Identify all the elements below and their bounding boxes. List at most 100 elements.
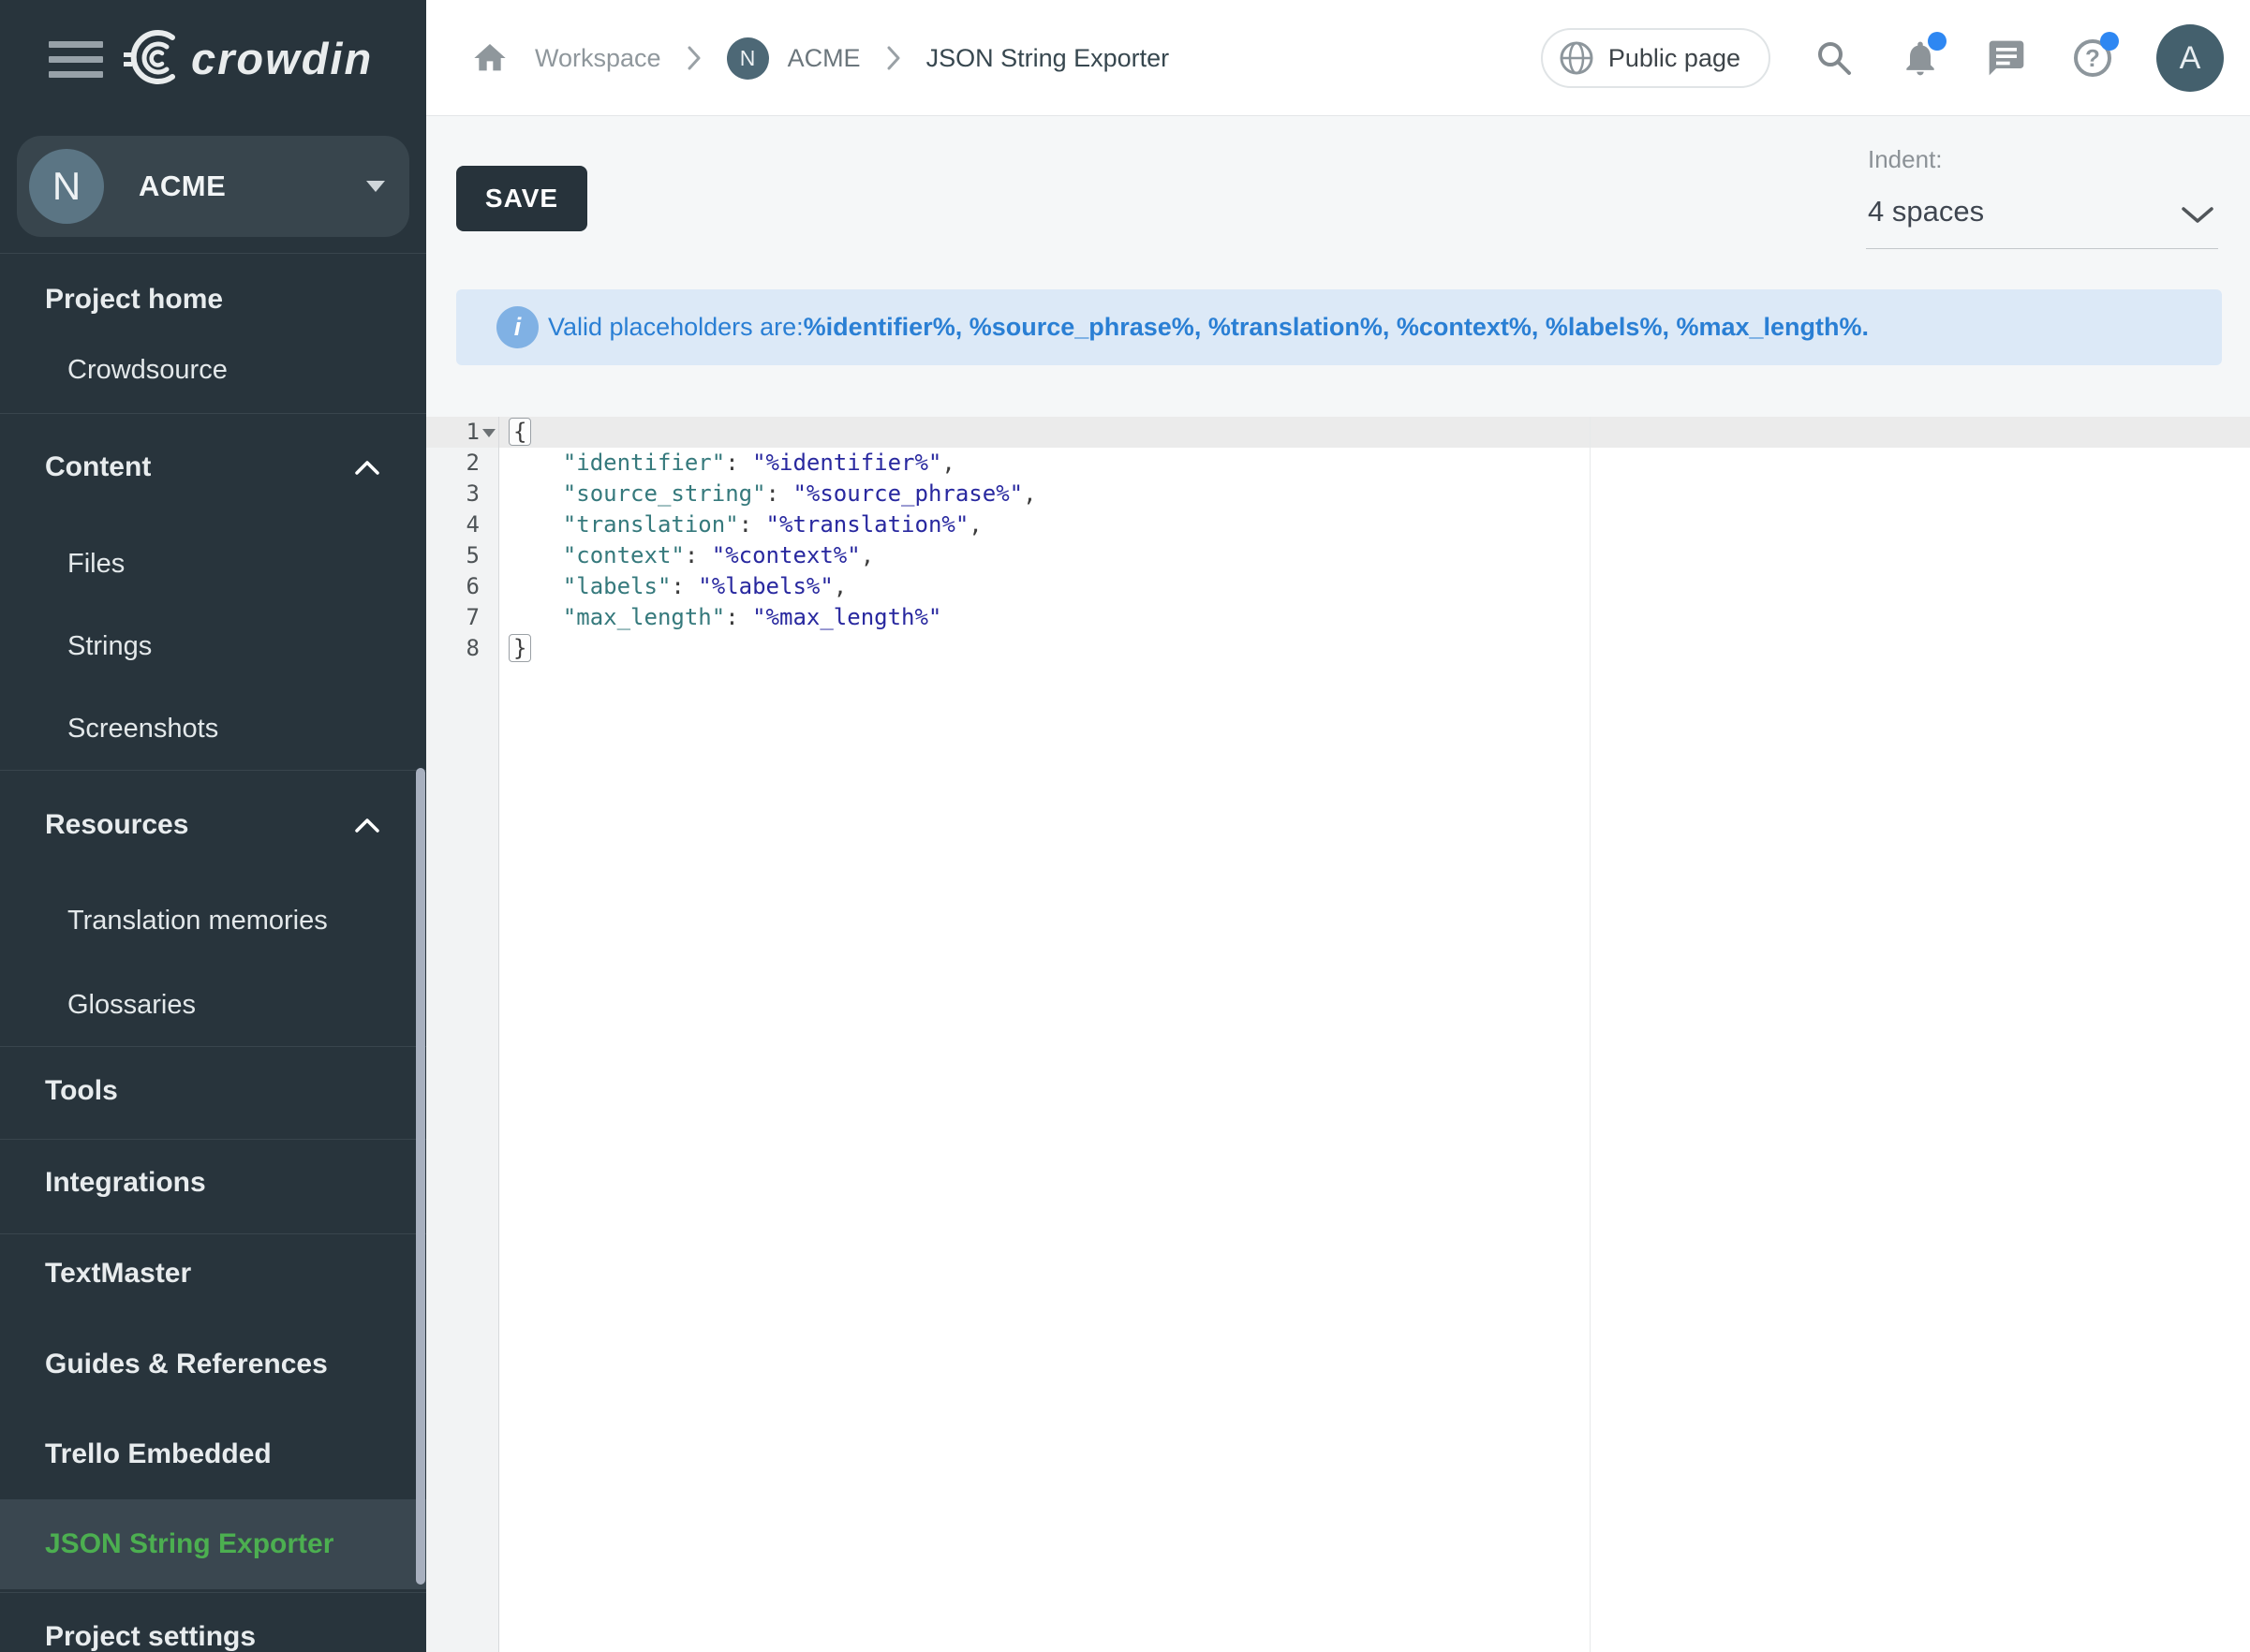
public-page-label: Public page bbox=[1608, 44, 1740, 73]
line-number: 8 bbox=[426, 633, 480, 664]
sidebar-item-project-settings[interactable]: Project settings bbox=[0, 1592, 426, 1652]
sidebar-item-textmaster[interactable]: TextMaster bbox=[0, 1229, 426, 1319]
code-token-ws bbox=[509, 511, 563, 538]
sidebar-scrollbar[interactable] bbox=[416, 768, 425, 1585]
sidebar-item-resources[interactable]: Resources bbox=[0, 780, 426, 870]
code-token-key: "max_length" bbox=[563, 604, 725, 630]
info-banner-text: Valid placeholders are: %identifier%, %s… bbox=[548, 289, 1869, 365]
code-line-1: { bbox=[509, 417, 531, 448]
topbar-actions: Public page bbox=[1541, 0, 2224, 116]
public-page-button[interactable]: Public page bbox=[1541, 28, 1770, 88]
crowdin-logo[interactable]: crowdin bbox=[116, 21, 373, 96]
sidebar-item-label: TextMaster bbox=[45, 1258, 191, 1290]
chevron-right-icon bbox=[887, 46, 900, 70]
code-token-key: "labels" bbox=[563, 573, 672, 599]
sidebar-item-files[interactable]: Files bbox=[0, 519, 426, 609]
organization-selector[interactable]: N ACME bbox=[17, 136, 409, 237]
breadcrumb-current-page: JSON String Exporter bbox=[926, 44, 1170, 73]
breadcrumb: Workspace N ACME JSON String Exporter bbox=[471, 0, 1169, 116]
save-button[interactable]: SAVE bbox=[456, 166, 587, 231]
sidebar-item-label: Files bbox=[67, 549, 125, 580]
notifications-bell-icon[interactable] bbox=[1898, 36, 1943, 81]
search-icon[interactable] bbox=[1812, 36, 1857, 81]
code-token-val: "%labels%" bbox=[698, 573, 834, 599]
sidebar-item-label: Glossaries bbox=[67, 990, 196, 1021]
sidebar-item-json-string-exporter[interactable]: JSON String Exporter bbox=[0, 1499, 426, 1589]
chevron-up-icon[interactable] bbox=[355, 819, 379, 833]
sidebar-item-label: Trello Embedded bbox=[45, 1438, 272, 1470]
sidebar-item-label: Project settings bbox=[45, 1621, 256, 1652]
info-banner-placeholders: %identifier%, %source_phrase%, %translat… bbox=[804, 313, 1869, 342]
code-token-pun: , bbox=[861, 542, 874, 568]
sidebar-item-label: Guides & References bbox=[45, 1349, 328, 1380]
indent-select[interactable]: 4 spaces bbox=[1866, 187, 2218, 249]
sidebar-item-glossaries[interactable]: Glossaries bbox=[0, 960, 426, 1050]
indent-select-underline bbox=[1866, 248, 2218, 249]
code-token-val: "%context%" bbox=[712, 542, 861, 568]
crowdin-logo-text: crowdin bbox=[191, 33, 373, 84]
hamburger-menu-icon[interactable] bbox=[49, 41, 103, 81]
code-token-pun: : bbox=[766, 480, 793, 507]
sidebar-item-label: Integrations bbox=[45, 1167, 206, 1199]
sidebar-item-tools[interactable]: Tools bbox=[0, 1046, 426, 1136]
notification-badge bbox=[1928, 32, 1947, 51]
code-token-pun: : bbox=[725, 604, 752, 630]
code-token-pun: : bbox=[725, 450, 752, 476]
help-icon[interactable]: ? bbox=[2070, 36, 2115, 81]
code-line-3: "source_string": "%source_phrase%", bbox=[509, 479, 1037, 509]
sidebar-item-label: Strings bbox=[67, 631, 152, 662]
breadcrumb-workspace[interactable]: Workspace bbox=[535, 44, 661, 73]
code-editor[interactable]: 1{2 "identifier": "%identifier%",3 "sour… bbox=[426, 417, 2250, 1652]
code-line-4: "translation": "%translation%", bbox=[509, 509, 983, 540]
help-badge bbox=[2100, 32, 2119, 51]
code-token-pun: : bbox=[671, 573, 698, 599]
sidebar-item-trello-embedded[interactable]: Trello Embedded bbox=[0, 1409, 426, 1499]
sidebar-item-label: Translation memories bbox=[67, 906, 328, 937]
code-token-ws bbox=[509, 573, 563, 599]
code-token-ws bbox=[509, 480, 563, 507]
code-line-8: } bbox=[509, 633, 531, 664]
sidebar-item-label: Content bbox=[45, 451, 151, 483]
line-number: 6 bbox=[426, 571, 480, 602]
user-avatar[interactable]: A bbox=[2156, 24, 2224, 92]
sidebar-item-guides-references[interactable]: Guides & References bbox=[0, 1320, 426, 1409]
indent-selected-value: 4 spaces bbox=[1868, 195, 1984, 229]
breadcrumb-acme[interactable]: ACME bbox=[788, 44, 861, 73]
breadcrumb-acme-badge[interactable]: N bbox=[727, 37, 769, 80]
info-banner-text-normal: Valid placeholders are: bbox=[548, 313, 804, 342]
caret-down-icon bbox=[366, 181, 385, 192]
chevron-up-icon[interactable] bbox=[355, 461, 379, 475]
sidebar-item-translation-memories[interactable]: Translation memories bbox=[0, 876, 426, 966]
line-number: 5 bbox=[426, 540, 480, 571]
sidebar-item-label: Crowdsource bbox=[67, 355, 228, 386]
code-token-ws bbox=[509, 542, 563, 568]
code-token-pun: , bbox=[834, 573, 847, 599]
code-line-2: "identifier": "%identifier%", bbox=[509, 448, 955, 479]
top-bar: Workspace N ACME JSON String Exporter bbox=[426, 0, 2250, 116]
code-token-key: "source_string" bbox=[563, 480, 766, 507]
content-area: SAVE Indent: 4 spaces i Valid placeholde… bbox=[426, 116, 2250, 1652]
sidebar-item-screenshots[interactable]: Screenshots bbox=[0, 684, 426, 774]
code-token-ws bbox=[509, 604, 563, 630]
sidebar: crowdin N ACME Project home Crowdsource Co… bbox=[0, 0, 426, 1652]
sidebar-item-crowdsource[interactable]: Crowdsource bbox=[0, 325, 426, 415]
home-icon[interactable] bbox=[471, 39, 509, 77]
fold-arrow-icon[interactable] bbox=[482, 429, 496, 437]
code-token-pun: : bbox=[739, 511, 766, 538]
code-token-key: "identifier" bbox=[563, 450, 725, 476]
sidebar-item-strings[interactable]: Strings bbox=[0, 601, 426, 691]
info-icon: i bbox=[496, 306, 539, 348]
globe-icon bbox=[1558, 39, 1595, 77]
sidebar-divider bbox=[0, 253, 426, 254]
code-token-pun: , bbox=[941, 450, 955, 476]
messages-icon[interactable] bbox=[1984, 36, 2029, 81]
sidebar-item-integrations[interactable]: Integrations bbox=[0, 1138, 426, 1228]
sidebar-item-label: Screenshots bbox=[67, 714, 218, 745]
sidebar-item-label: Project home bbox=[45, 284, 223, 316]
code-token-val: "%translation%" bbox=[766, 511, 970, 538]
sidebar-item-content[interactable]: Content bbox=[0, 422, 426, 512]
code-line-6: "labels": "%labels%", bbox=[509, 571, 847, 602]
code-token-pun: , bbox=[1023, 480, 1036, 507]
main-area: Workspace N ACME JSON String Exporter bbox=[426, 0, 2250, 1652]
info-banner: i Valid placeholders are: %identifier%, … bbox=[456, 289, 2222, 365]
